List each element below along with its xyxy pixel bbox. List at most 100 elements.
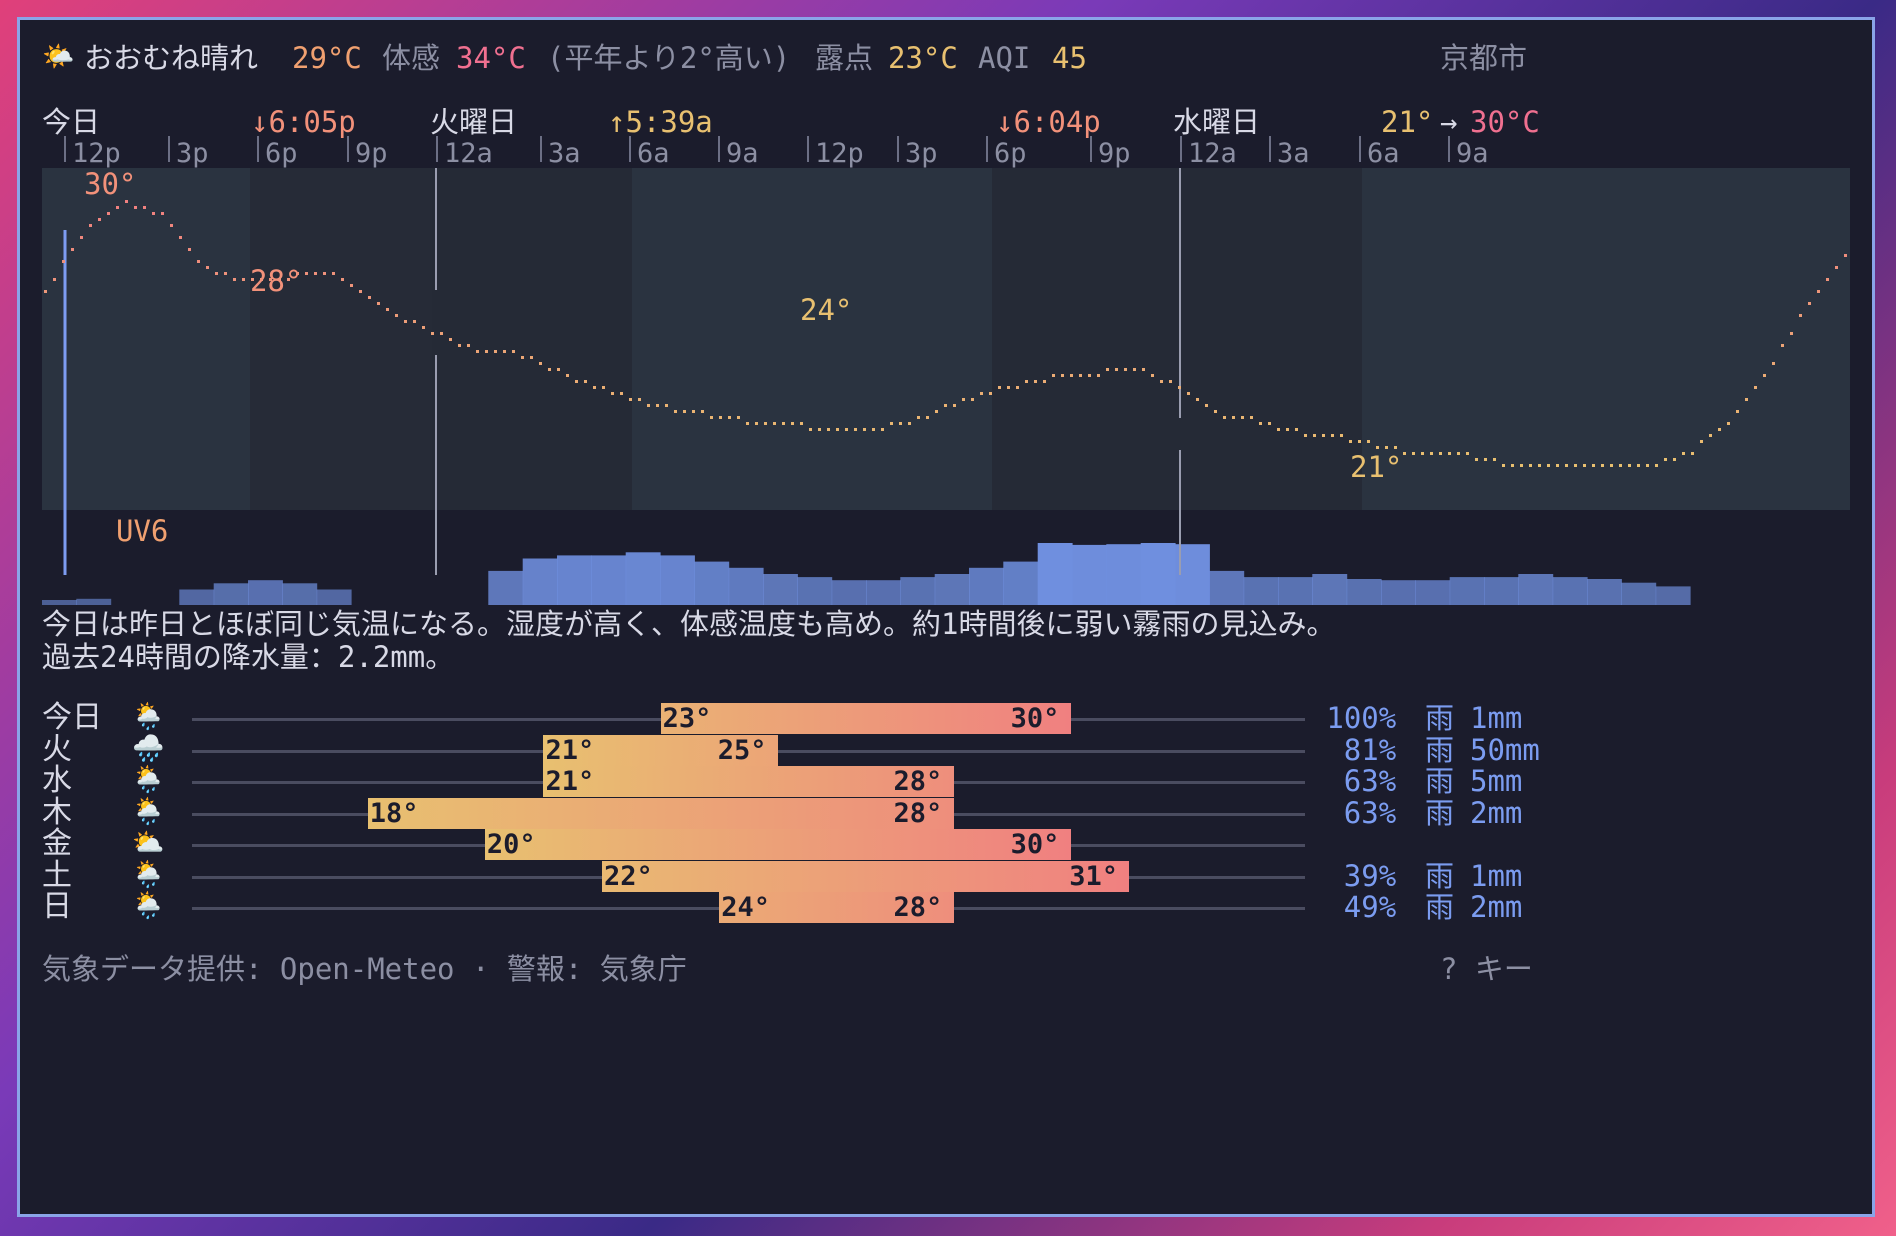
precip-bar [1072, 544, 1107, 605]
forecast-low-label: 21° [545, 734, 595, 766]
temp-dot [161, 212, 164, 215]
summary-line-1: 今日は昨日とほぼ同じ気温になる。湿度が高く、体感温度も高め。約1時間後に弱い霧雨… [42, 607, 1336, 641]
temp-dot [107, 212, 110, 215]
temp-dot [1655, 464, 1658, 467]
temp-dot [1583, 464, 1586, 467]
sun-rain-cloud-icon: 🌦️ [132, 891, 165, 921]
temp-dot [1574, 464, 1577, 467]
temp-dot [368, 296, 371, 299]
temp-dot [1070, 374, 1073, 377]
temp-dot [1700, 440, 1703, 443]
forecast-low-label: 24° [721, 892, 770, 923]
temp-dot [557, 368, 560, 371]
temp-dot [467, 344, 470, 347]
precip-bar [831, 580, 867, 605]
temp-dot [836, 428, 839, 431]
temp-dot [584, 380, 587, 383]
temp-dot [971, 398, 974, 401]
precip-bar [591, 555, 627, 605]
precip-bar [900, 577, 936, 605]
precip-bar [1381, 580, 1416, 605]
forecast-low-label: 22° [604, 860, 653, 892]
temp-dot [998, 386, 1001, 389]
temp-dot [1376, 446, 1379, 449]
hourly-temperature-chart [42, 168, 1850, 605]
temp-dot [1502, 464, 1505, 467]
temp-dot [1682, 452, 1685, 455]
temp-dot [512, 350, 515, 353]
daylight-band [1362, 168, 1850, 510]
forecast-low-label: 21° [545, 766, 595, 797]
temp-dot [1133, 368, 1136, 371]
summary-line-2: 過去24時間の降水量：2.2mm。 [42, 640, 455, 674]
temp-dot [989, 392, 992, 395]
temp-dot [1124, 368, 1127, 371]
temp-dot [1799, 314, 1802, 317]
temp-dot [1547, 464, 1550, 467]
temp-dot [1079, 374, 1082, 377]
forecast-low-label: 20° [486, 829, 536, 860]
precip-bar [625, 552, 661, 605]
temp-dot [422, 326, 425, 329]
forecast-day-label: 日 [42, 889, 72, 924]
precip-bar [1484, 577, 1519, 605]
precip-bar [1140, 543, 1176, 605]
temp-dot [1205, 404, 1208, 407]
precip-bar [522, 558, 558, 605]
temp-dot [1772, 362, 1775, 365]
temp-dot [224, 272, 227, 275]
temp-dot [215, 272, 218, 275]
forecast-high-label: 25° [717, 734, 767, 766]
temp-dot [1556, 464, 1559, 467]
forecast-temp-bar [543, 766, 954, 797]
temp-dot [1691, 452, 1694, 455]
temp-dot [1349, 440, 1352, 443]
temp-dot [1457, 452, 1460, 455]
temp-dot [413, 320, 416, 323]
temp-dot [1709, 434, 1712, 437]
temp-dot [1763, 374, 1766, 377]
precip-bar [694, 561, 730, 605]
forecast-temp-bar [367, 797, 954, 829]
temp-dot [1214, 410, 1217, 413]
temp-dot [926, 416, 929, 419]
temp-dot [359, 290, 362, 293]
forecast-precip-amount: 2mm [1470, 795, 1523, 830]
precip-bar [213, 583, 249, 605]
temp-dot [431, 332, 434, 335]
temp-dot [179, 236, 182, 239]
temp-dot [710, 416, 713, 419]
temp-dot [1421, 452, 1424, 455]
temp-dot [728, 416, 731, 419]
temp-dot [1430, 452, 1433, 455]
temp-dot [1304, 434, 1307, 437]
temp-dot [1340, 434, 1343, 437]
temp-dot [692, 410, 695, 413]
precip-bar [1003, 561, 1039, 605]
temp-dot [719, 416, 722, 419]
temp-dot [233, 278, 236, 281]
forecast-precip-probability: 39% [1343, 858, 1397, 893]
temp-dot [1016, 386, 1019, 389]
temp-dot [845, 428, 848, 431]
temp-dot [899, 422, 902, 425]
temp-dot [764, 422, 767, 425]
temp-dot [1115, 368, 1118, 371]
help-key-hint[interactable]: ? キー [1440, 955, 1533, 984]
temp-dot [953, 404, 956, 407]
temp-dot [755, 422, 758, 425]
temp-dot [476, 350, 479, 353]
temp-dot [1745, 398, 1748, 401]
temp-dot [1646, 464, 1649, 467]
temp-dot [1313, 434, 1316, 437]
temp-dot [1592, 464, 1595, 467]
temp-dot [116, 206, 119, 209]
precip-bar [1415, 580, 1451, 605]
temp-dot [1484, 458, 1487, 461]
temp-dot [1151, 374, 1154, 377]
temp-dot [1790, 332, 1793, 335]
temp-dot [332, 272, 335, 275]
temp-dot [1097, 374, 1100, 377]
temp-dot [1061, 374, 1064, 377]
forecast-day-label: 土 [42, 857, 72, 893]
